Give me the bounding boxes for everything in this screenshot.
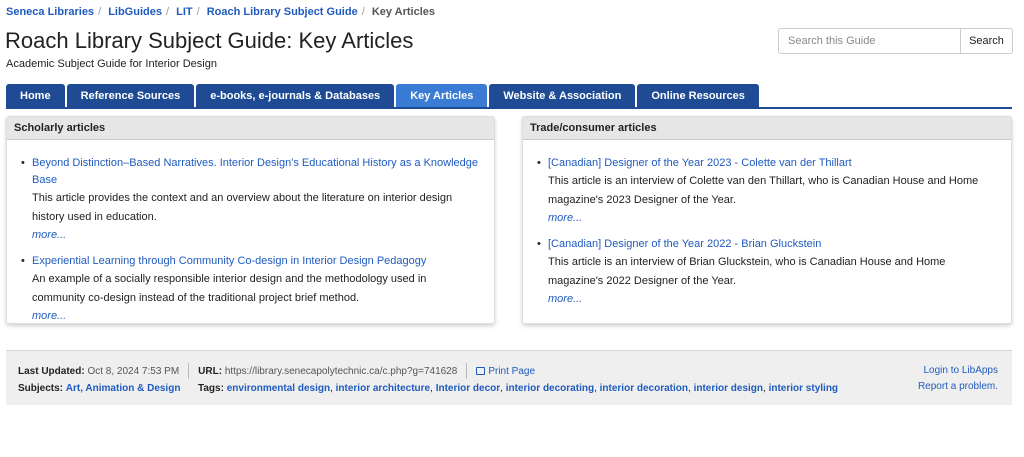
- list-item: • [Canadian] Designer of the Year 2023 -…: [537, 155, 997, 227]
- guide-tabs: Home Reference Sources e-books, e-journa…: [6, 84, 759, 108]
- more-link[interactable]: more...: [32, 308, 480, 325]
- breadcrumb-separator: /: [361, 6, 365, 18]
- article-list: • [Canadian] Designer of the Year 2023 -…: [523, 140, 1011, 308]
- article-link[interactable]: Beyond Distinction–Based Narratives. Int…: [32, 155, 480, 189]
- footer-divider: [466, 363, 468, 379]
- tab-online-resources[interactable]: Online Resources: [637, 84, 759, 108]
- tab-website-association[interactable]: Website & Association: [489, 84, 636, 108]
- tabs-divider: [6, 107, 1012, 109]
- list-item: • Experiential Learning through Communit…: [21, 253, 480, 325]
- more-link[interactable]: more...: [32, 227, 480, 244]
- footer-admin-links: Login to LibApps Report a problem.: [918, 363, 998, 395]
- breadcrumb-separator: /: [165, 6, 170, 18]
- page-subtitle: Academic Subject Guide for Interior Desi…: [6, 58, 217, 70]
- tag-link[interactable]: Interior decor: [436, 383, 500, 394]
- breadcrumb-separator: /: [196, 6, 200, 18]
- tag-link[interactable]: environmental design: [227, 383, 330, 394]
- breadcrumb-separator: /: [98, 6, 102, 18]
- breadcrumb-current: Key Articles: [371, 6, 436, 18]
- print-page-label: Print Page: [488, 365, 536, 377]
- tag-link[interactable]: interior design: [694, 383, 763, 394]
- breadcrumb-libguides[interactable]: LibGuides: [108, 6, 162, 18]
- url-label: URL:: [198, 365, 223, 377]
- bullet-icon: •: [537, 157, 541, 169]
- search-button[interactable]: Search: [961, 28, 1013, 54]
- article-description: This article is an interview of Colette …: [548, 175, 979, 206]
- trade-consumer-articles-panel: Trade/consumer articles • [Canadian] Des…: [522, 116, 1012, 324]
- tab-ebooks-ejournals-databases[interactable]: e-books, e-journals & Databases: [196, 84, 395, 108]
- tab-reference-sources[interactable]: Reference Sources: [66, 84, 195, 108]
- article-list: • Beyond Distinction–Based Narratives. I…: [7, 140, 494, 325]
- article-description: This article is an interview of Brian Gl…: [548, 256, 946, 287]
- tab-key-articles[interactable]: Key Articles: [396, 84, 488, 108]
- article-link[interactable]: [Canadian] Designer of the Year 2023 - C…: [548, 155, 997, 172]
- breadcrumb-seneca-libraries[interactable]: Seneca Libraries: [6, 6, 94, 18]
- scholarly-articles-panel: Scholarly articles • Beyond Distinction–…: [6, 116, 495, 324]
- article-link[interactable]: Experiential Learning through Community …: [32, 253, 480, 270]
- last-updated-value: Oct 8, 2024 7:53 PM: [87, 365, 180, 377]
- page-title: Roach Library Subject Guide: Key Article…: [5, 28, 414, 53]
- footer-subjects-tags: Subjects: Art, Animation & Design Tags: …: [18, 383, 839, 394]
- breadcrumb-subject-guide[interactable]: Roach Library Subject Guide: [207, 6, 358, 18]
- article-link[interactable]: [Canadian] Designer of the Year 2022 - B…: [548, 236, 997, 253]
- tag-link[interactable]: interior architecture: [336, 383, 430, 394]
- subject-link[interactable]: Art, Animation & Design: [66, 383, 181, 394]
- breadcrumb-lit[interactable]: LIT: [176, 6, 193, 18]
- search-input[interactable]: [778, 28, 961, 54]
- bullet-icon: •: [21, 255, 25, 267]
- tag-link[interactable]: interior styling: [769, 383, 838, 394]
- report-problem-link[interactable]: Report a problem.: [918, 379, 998, 395]
- article-description: This article provides the context and an…: [32, 192, 453, 223]
- more-link[interactable]: more...: [548, 210, 997, 227]
- bullet-icon: •: [537, 238, 541, 250]
- tab-home[interactable]: Home: [6, 84, 65, 108]
- last-updated-label: Last Updated:: [18, 365, 85, 377]
- tag-link[interactable]: interior decorating: [506, 383, 594, 394]
- panel-heading: Trade/consumer articles: [523, 117, 1011, 140]
- panel-heading: Scholarly articles: [7, 117, 494, 140]
- breadcrumb: Seneca Libraries / LibGuides / LIT / Roach …: [6, 6, 435, 18]
- footer-divider: [188, 363, 190, 379]
- guide-search: Search: [778, 28, 1013, 54]
- list-item: • [Canadian] Designer of the Year 2022 -…: [537, 236, 997, 308]
- tag-link[interactable]: interior decoration: [600, 383, 688, 394]
- print-page-link[interactable]: Print Page: [476, 366, 535, 377]
- printer-icon: [476, 366, 486, 375]
- list-item: • Beyond Distinction–Based Narratives. I…: [21, 155, 480, 244]
- more-link[interactable]: more...: [548, 291, 997, 308]
- login-libapps-link[interactable]: Login to LibApps: [918, 363, 998, 379]
- tags-label: Tags:: [198, 383, 224, 394]
- subjects-label: Subjects:: [18, 383, 64, 394]
- article-description: An example of a socially responsible int…: [32, 273, 427, 304]
- page-footer: Last Updated: Oct 8, 2024 7:53 PM URL: h…: [6, 350, 1012, 405]
- url-value: https://library.senecapolytechnic.ca/c.p…: [224, 365, 458, 377]
- bullet-icon: •: [21, 157, 25, 169]
- footer-meta: Last Updated: Oct 8, 2024 7:53 PM URL: h…: [18, 363, 535, 379]
